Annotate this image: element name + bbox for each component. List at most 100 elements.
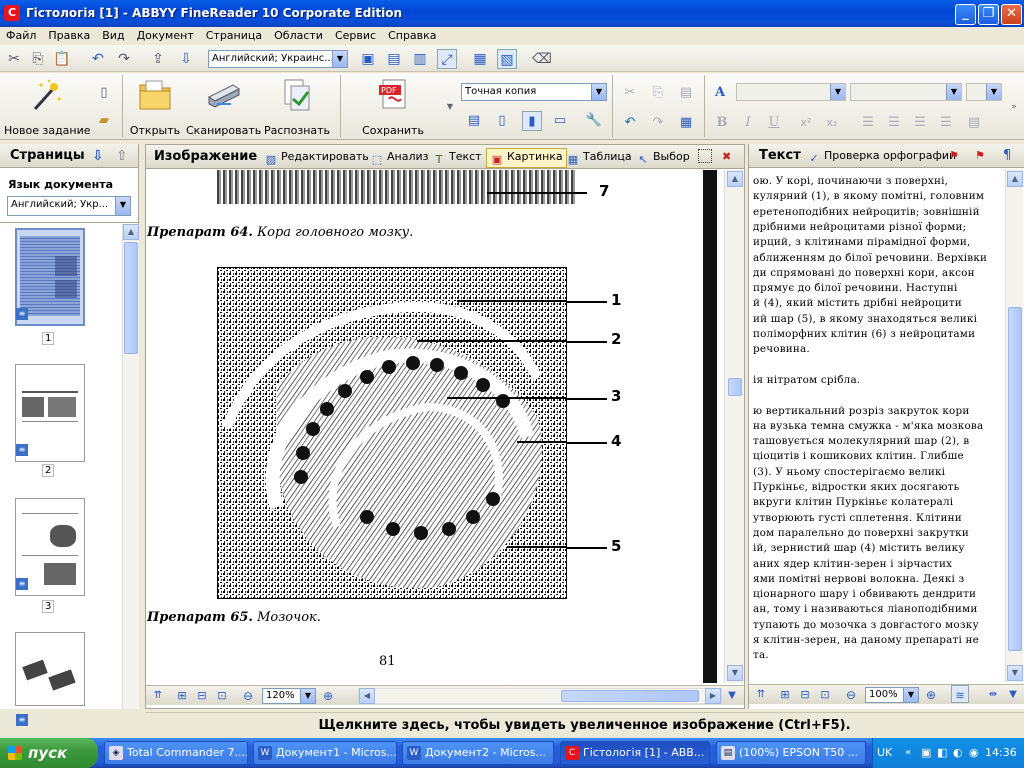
copy-icon[interactable]: ⎘ bbox=[28, 49, 48, 69]
doc-language-select[interactable]: Английский; Укр... ▼ bbox=[7, 196, 131, 216]
clock[interactable]: 14:36 bbox=[985, 738, 1017, 768]
font-size-select[interactable]: ▼ bbox=[966, 83, 1002, 101]
save-mode-select[interactable]: Точная копия ▼ bbox=[461, 83, 607, 101]
paste-icon[interactable]: ▤ bbox=[676, 83, 696, 103]
folder-small-icon[interactable]: ▰ bbox=[94, 111, 114, 131]
paste-icon[interactable]: 📋 bbox=[52, 49, 72, 69]
tray-expand-icon[interactable]: « bbox=[905, 738, 911, 768]
delete-area-icon[interactable]: ✖ bbox=[722, 149, 731, 165]
recognize-button[interactable]: Распознать bbox=[264, 77, 330, 137]
page-image[interactable]: 7 Препарат 64. Кора головного мозку. 1 2… bbox=[147, 170, 717, 683]
language-indicator[interactable]: UK bbox=[877, 738, 892, 768]
task-total-commander[interactable]: ◈ Total Commander 7.... bbox=[104, 741, 248, 765]
cut-icon[interactable]: ✂ bbox=[4, 49, 24, 69]
zoom-out-icon[interactable]: ⊖ bbox=[240, 686, 256, 704]
fit-height-icon[interactable]: ⊡ bbox=[214, 686, 230, 704]
redo-icon[interactable]: ↷ bbox=[648, 113, 668, 133]
eraser-icon[interactable]: ⌫ bbox=[532, 49, 552, 69]
document-small-icon[interactable]: ▯ bbox=[94, 83, 114, 103]
volume-icon[interactable]: ◐ bbox=[953, 738, 963, 768]
menu-areas[interactable]: Области bbox=[268, 27, 329, 42]
tool-edit[interactable]: ▨ Редактировать bbox=[264, 149, 369, 167]
save-button[interactable]: PDF Сохранить bbox=[350, 77, 436, 137]
scroll-down-icon[interactable]: ▼ bbox=[727, 665, 743, 681]
fit-width-icon[interactable]: ⊟ bbox=[797, 685, 813, 703]
sync-view-icon[interactable]: ≋ bbox=[951, 685, 969, 703]
recognized-text[interactable]: ою. У корі, починаючи з поверхні, кулярни… bbox=[749, 169, 1007, 682]
text-zoom-select[interactable]: 100% ▼ bbox=[865, 687, 919, 703]
scroll-thumb[interactable] bbox=[561, 690, 699, 702]
view-mode-2-icon[interactable]: ▤ bbox=[384, 49, 404, 69]
zoom-out-icon[interactable]: ⊖ bbox=[843, 685, 859, 703]
fit-width-icon[interactable]: ⊟ bbox=[194, 686, 210, 704]
tool-analyze[interactable]: ⬚ Анализ bbox=[370, 149, 429, 167]
view-mode-1-icon[interactable]: ▣ bbox=[358, 49, 378, 69]
image-hscroll[interactable]: ◀ ▶ bbox=[358, 688, 722, 704]
superscript-button[interactable]: x² bbox=[796, 113, 816, 133]
zoom-in-icon[interactable]: ⊕ bbox=[923, 685, 939, 703]
split-view-icon[interactable]: ⇹ bbox=[985, 685, 1001, 703]
open-image-icon[interactable]: ⇪ bbox=[148, 49, 168, 69]
scroll-thumb[interactable] bbox=[124, 242, 138, 354]
align-justify-icon[interactable]: ☰ bbox=[936, 113, 956, 133]
task-epson[interactable]: ▤ (100%) EPSON T50 ... bbox=[716, 741, 866, 765]
scroll-up-icon[interactable]: ▲ bbox=[1007, 171, 1023, 187]
select-area-icon[interactable] bbox=[698, 149, 715, 165]
collapse-up-icon[interactable]: ⇈ bbox=[150, 686, 166, 704]
title-bar[interactable]: C Гістологія [1] - ABBYY FineReader 10 C… bbox=[0, 0, 1024, 27]
minimize-button[interactable]: _ bbox=[955, 4, 976, 25]
redo-icon[interactable]: ↷ bbox=[114, 49, 134, 69]
scroll-thumb[interactable] bbox=[728, 378, 742, 396]
menu-tools[interactable]: Сервис bbox=[329, 27, 382, 42]
text-vscroll[interactable]: ▲ ▼ bbox=[1005, 169, 1023, 682]
font-style-icon[interactable]: A bbox=[710, 83, 730, 103]
scroll-down-icon[interactable]: ▼ bbox=[724, 686, 740, 704]
start-button[interactable]: пуск bbox=[0, 738, 98, 768]
toolbar-more-icon[interactable]: » bbox=[1004, 97, 1024, 117]
italic-button[interactable]: I bbox=[738, 113, 758, 133]
layout-editable-icon[interactable]: ▮ bbox=[522, 111, 542, 131]
image-vscroll[interactable]: ▲ ▼ bbox=[724, 170, 744, 683]
align-right-icon[interactable]: ☰ bbox=[910, 113, 930, 133]
fit-page-icon[interactable]: ⊞ bbox=[777, 685, 793, 703]
options-wrench-icon[interactable]: 🔧 bbox=[584, 111, 604, 131]
font-name-select[interactable]: ▼ bbox=[850, 83, 962, 101]
collapse-up-icon[interactable]: ⇈ bbox=[753, 685, 769, 703]
page-thumbnail-4[interactable] bbox=[15, 632, 85, 706]
scroll-down-icon[interactable]: ▼ bbox=[1007, 665, 1023, 681]
language-select[interactable]: Английский; Украинс... ▼ bbox=[208, 50, 348, 68]
new-task-button[interactable]: Новое задание bbox=[4, 77, 91, 137]
tool-table[interactable]: ▦ Таблица bbox=[566, 149, 632, 167]
align-left-icon[interactable]: ☰ bbox=[858, 113, 878, 133]
menu-page[interactable]: Страница bbox=[200, 27, 268, 42]
tool-select[interactable]: ↖ Выбор bbox=[636, 149, 689, 167]
device-icon[interactable]: ◧ bbox=[937, 738, 947, 768]
fit-page-icon[interactable]: ⊞ bbox=[174, 686, 190, 704]
copy-icon[interactable]: ⎘ bbox=[648, 83, 668, 103]
menu-file[interactable]: Файл bbox=[0, 27, 42, 42]
menu-document[interactable]: Документ bbox=[131, 27, 200, 42]
image-zoom-select[interactable]: 120% ▼ bbox=[262, 688, 316, 704]
bold-button[interactable]: B bbox=[712, 113, 732, 133]
download-icon[interactable]: ⇩ bbox=[176, 49, 196, 69]
align-center-icon[interactable]: ☰ bbox=[884, 113, 904, 133]
table-icon[interactable]: ▦ bbox=[676, 113, 696, 133]
pages-scrollbar[interactable]: ▲ bbox=[122, 224, 139, 709]
status-icon[interactable]: ◉ bbox=[969, 738, 979, 768]
tool-picture[interactable]: ▣ Картинка bbox=[486, 148, 567, 168]
scroll-left-icon[interactable]: ◀ bbox=[359, 688, 375, 704]
scroll-up-icon[interactable]: ▲ bbox=[727, 171, 743, 187]
subscript-button[interactable]: x₂ bbox=[822, 113, 842, 133]
view-mode-4-icon[interactable]: ⤢ bbox=[437, 49, 457, 69]
layout-plain-icon[interactable]: ▯ bbox=[492, 111, 512, 131]
fit-height-icon[interactable]: ⊡ bbox=[817, 685, 833, 703]
paragraph-icon[interactable]: ▤ bbox=[964, 113, 984, 133]
import-pages-icon[interactable]: ⇩ bbox=[92, 148, 104, 164]
network-icon[interactable]: ▣ bbox=[921, 738, 931, 768]
status-bar[interactable]: Щелкните здесь, чтобы увидеть увеличенно… bbox=[145, 712, 1024, 737]
menu-view[interactable]: Вид bbox=[96, 27, 130, 42]
view-mode-3-icon[interactable]: ▥ bbox=[410, 49, 430, 69]
save-dropdown-icon[interactable]: ▼ bbox=[440, 97, 460, 117]
prev-error-icon[interactable]: ⚑ bbox=[949, 148, 959, 164]
font-style-select[interactable]: ▼ bbox=[736, 83, 846, 101]
